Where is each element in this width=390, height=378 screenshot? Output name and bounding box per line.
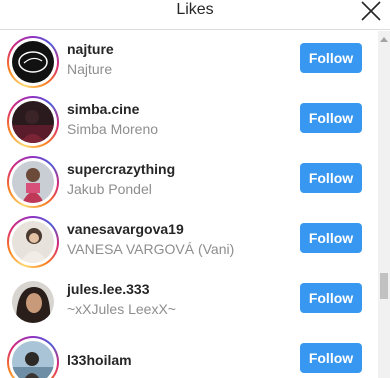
username[interactable]: jules.lee.333: [67, 280, 150, 298]
follow-button[interactable]: Follow: [300, 103, 362, 133]
follow-button[interactable]: Follow: [300, 343, 362, 373]
username[interactable]: vanesavargova19: [67, 220, 184, 238]
page-title: Likes: [176, 1, 214, 18]
story-ring[interactable]: [7, 216, 59, 268]
avatar: [12, 161, 54, 203]
close-icon: [361, 1, 381, 21]
follow-button[interactable]: Follow: [300, 163, 362, 193]
full-name: Simba Moreno: [67, 121, 159, 137]
scrollbar-thumb[interactable]: [380, 273, 388, 299]
avatar: [12, 41, 54, 83]
close-button[interactable]: [360, 0, 382, 22]
list-item[interactable]: supercrazything Jakub Pondel Follow: [0, 151, 376, 211]
scroll-up-arrow-icon[interactable]: [380, 37, 388, 42]
username[interactable]: najture: [67, 40, 114, 58]
list-item[interactable]: vanesavargova19 VANESA VARGOVÁ (Vani) Fo…: [0, 211, 376, 271]
follow-button[interactable]: Follow: [300, 43, 362, 73]
list-item[interactable]: simba.cine Simba Moreno Follow: [0, 91, 376, 151]
username[interactable]: l33hoilam: [67, 351, 132, 369]
list-item[interactable]: jules.lee.333 ~xXJules LeexX~ Follow: [0, 271, 376, 331]
story-ring[interactable]: [7, 36, 59, 88]
full-name: ~xXJules LeexX~: [67, 301, 176, 317]
full-name: Najture: [67, 61, 113, 77]
avatar: [12, 341, 54, 378]
likes-header: Likes: [0, 0, 390, 30]
follow-button[interactable]: Follow: [300, 223, 362, 253]
username[interactable]: simba.cine: [67, 100, 139, 118]
story-ring[interactable]: [7, 336, 59, 378]
full-name: VANESA VARGOVÁ (Vani): [67, 241, 235, 257]
avatar: [12, 101, 54, 143]
story-ring[interactable]: [7, 96, 59, 148]
list-item[interactable]: l33hoilam Follow: [0, 331, 376, 378]
avatar: [12, 281, 54, 323]
avatar-frame[interactable]: [7, 276, 59, 328]
likes-list[interactable]: najture Najture Follow simba.cine Simba …: [0, 31, 390, 378]
story-ring[interactable]: [7, 156, 59, 208]
list-item[interactable]: najture Najture Follow: [0, 31, 376, 91]
follow-button[interactable]: Follow: [300, 283, 362, 313]
avatar: [12, 221, 54, 263]
username[interactable]: supercrazything: [67, 160, 175, 178]
scrollbar[interactable]: [378, 31, 390, 378]
full-name: Jakub Pondel: [67, 181, 152, 197]
